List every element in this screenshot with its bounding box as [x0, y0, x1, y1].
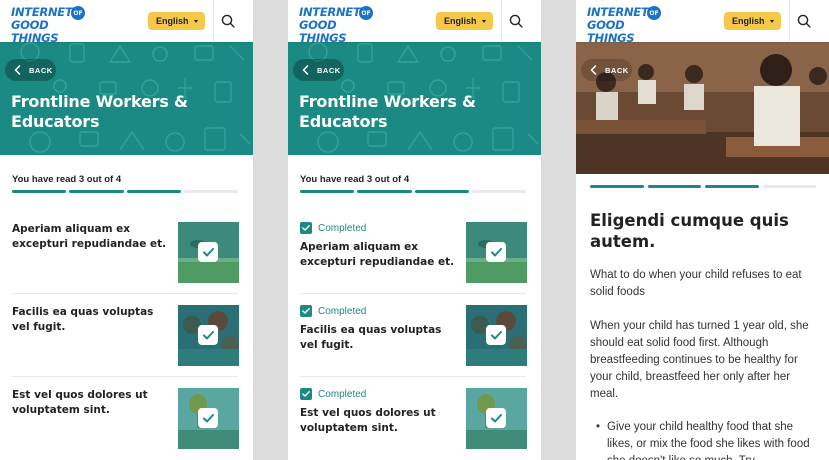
list-divider	[12, 293, 238, 294]
caret-down-icon	[482, 20, 486, 23]
progress-segment	[414, 190, 469, 193]
list-item-thumbnail	[178, 305, 239, 366]
check-icon	[198, 242, 218, 262]
progress-segment	[12, 190, 67, 193]
read-progress-label: You have read 3 out of 4	[300, 174, 410, 185]
list-item[interactable]: Aperiam aliquam ex excepturi repudiandae…	[0, 210, 253, 294]
checkbox-checked-icon	[300, 222, 312, 234]
brand-logo[interactable]: INTERNET OF GOOD THINGS	[299, 6, 379, 45]
topic-title: Frontline Workers & Educators	[11, 92, 188, 131]
list-item-thumbnail	[466, 305, 527, 366]
list-item-title: Est vel quos dolores ut voluptatem sint.	[12, 389, 148, 416]
topic-hero: BACK Frontline Workers & Educators	[0, 42, 253, 155]
back-button[interactable]: BACK	[581, 59, 632, 81]
list-item-thumbnail	[466, 222, 527, 283]
checkbox-checked-icon	[300, 305, 312, 317]
article-progress-bar	[590, 185, 816, 188]
language-selector[interactable]: English	[724, 12, 781, 30]
progress-segment	[69, 190, 124, 193]
list-item[interactable]: Completed Est vel quos dolores ut volupt…	[288, 376, 541, 460]
list-item-thumbnail	[178, 388, 239, 449]
check-icon	[198, 325, 218, 345]
language-selector[interactable]: English	[436, 12, 493, 30]
chevron-left-icon	[14, 65, 21, 75]
caret-down-icon	[770, 20, 774, 23]
search-icon[interactable]	[797, 14, 811, 28]
list-divider	[12, 376, 238, 377]
language-selector[interactable]: English	[148, 12, 205, 30]
checkbox-checked-icon	[300, 388, 312, 400]
screen-topic-list-completed: INTERNET OF GOOD THINGS English BACK Fro…	[288, 0, 541, 460]
progress-segment	[590, 185, 644, 188]
progress-segment	[705, 185, 759, 188]
progress-segment	[300, 190, 355, 193]
back-button[interactable]: BACK	[293, 59, 344, 81]
article-hero-image: BACK	[576, 42, 829, 174]
article-bullet: Give your child healthy food that she li…	[596, 419, 818, 460]
list-item-title: Est vel quos dolores ut voluptatem sint.	[300, 407, 436, 434]
list-item-title: Facilis ea quas voluptas vel fugit.	[12, 306, 154, 333]
screen-article: INTERNET OF GOOD THINGS English BACK Eli…	[576, 0, 829, 460]
brand-logo[interactable]: INTERNET OF GOOD THINGS	[11, 6, 91, 45]
check-icon	[486, 325, 506, 345]
topic-hero: BACK Frontline Workers & Educators	[288, 42, 541, 155]
search-icon[interactable]	[509, 14, 523, 28]
progress-segment	[357, 190, 412, 193]
read-progress-label: You have read 3 out of 4	[12, 174, 122, 185]
brand-logo[interactable]: INTERNET OF GOOD THINGS	[587, 6, 667, 45]
completed-badge: Completed	[300, 305, 366, 317]
list-item[interactable]: Completed Facilis ea quas voluptas vel f…	[288, 293, 541, 377]
article-intro: What to do when your child refuses to ea…	[590, 269, 802, 298]
progress-segment	[183, 190, 238, 193]
app-header: INTERNET OF GOOD THINGS English	[0, 0, 253, 45]
search-icon[interactable]	[221, 14, 235, 28]
header-divider	[213, 0, 214, 42]
read-progress-bar	[300, 190, 526, 193]
list-item-title: Aperiam aliquam ex excepturi repudiandae…	[12, 223, 167, 250]
check-icon	[198, 408, 218, 428]
header-divider	[789, 0, 790, 42]
screen-topic-list: INTERNET OF GOOD THINGS English BACK Fro…	[0, 0, 253, 460]
list-item[interactable]: Completed Aperiam aliquam ex excepturi r…	[288, 210, 541, 294]
read-progress-bar	[12, 190, 238, 193]
app-header: INTERNET OF GOOD THINGS English	[288, 0, 541, 45]
list-item-thumbnail	[178, 222, 239, 283]
list-item-thumbnail	[466, 388, 527, 449]
list-item[interactable]: Est vel quos dolores ut voluptatem sint.	[0, 376, 253, 460]
list-divider	[300, 376, 526, 377]
progress-segment	[126, 190, 181, 193]
app-header: INTERNET OF GOOD THINGS English	[576, 0, 829, 45]
list-item-title: Aperiam aliquam ex excepturi repudiandae…	[300, 241, 455, 268]
list-divider	[300, 293, 526, 294]
completed-badge: Completed	[300, 222, 366, 234]
article-title: Eligendi cumque quis autem.	[590, 211, 789, 251]
completed-badge: Completed	[300, 388, 366, 400]
back-button[interactable]: BACK	[5, 59, 56, 81]
check-icon	[486, 408, 506, 428]
list-item-title: Facilis ea quas voluptas vel fugit.	[300, 324, 442, 351]
progress-segment	[471, 190, 526, 193]
progress-segment	[762, 185, 816, 188]
caret-down-icon	[194, 20, 198, 23]
progress-segment	[647, 185, 701, 188]
header-divider	[501, 0, 502, 42]
article-paragraph: When your child has turned 1 year old, s…	[590, 320, 809, 400]
chevron-left-icon	[302, 65, 309, 75]
chevron-left-icon	[590, 65, 597, 75]
topic-title: Frontline Workers & Educators	[299, 92, 476, 131]
list-item[interactable]: Facilis ea quas voluptas vel fugit.	[0, 293, 253, 377]
stage: INTERNET OF GOOD THINGS English BACK Fro…	[0, 0, 829, 460]
check-icon	[486, 242, 506, 262]
